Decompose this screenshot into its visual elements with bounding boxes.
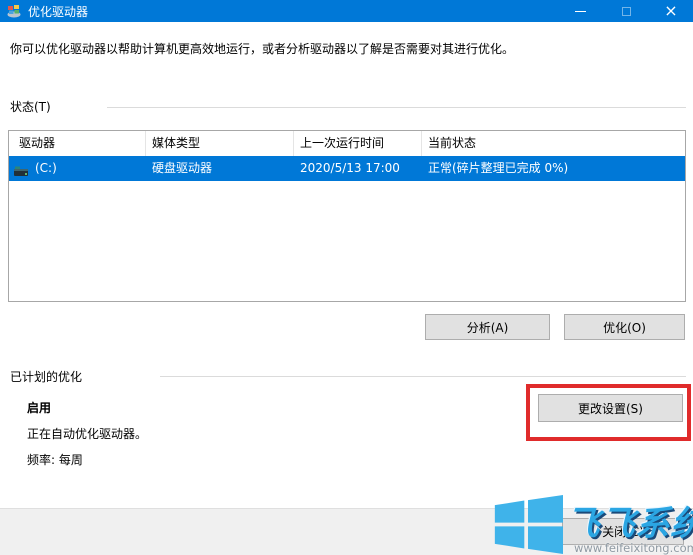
titlebar: 优化驱动器 × <box>0 0 693 22</box>
maximize-icon <box>622 7 631 16</box>
scheduled-frequency: 频率: 每周 <box>27 451 83 468</box>
optimize-button[interactable]: 优化(O) <box>564 314 685 340</box>
column-header-current-status[interactable]: 当前状态 <box>422 131 685 156</box>
description-text: 你可以优化驱动器以帮助计算机更高效地运行，或者分析驱动器以了解是否需要对其进行优… <box>10 40 670 57</box>
change-settings-button[interactable]: 更改设置(S) <box>538 394 683 422</box>
optimize-drives-window: 优化驱动器 × 你可以优化驱动器以帮助计算机更高效地运行，或者分析驱动器以了解是… <box>0 0 693 555</box>
status-group-label: 状态(T) <box>10 98 51 115</box>
close-dialog-button[interactable]: 关闭(C) <box>562 518 684 545</box>
defrag-app-icon <box>7 4 21 18</box>
caption-buttons: × <box>557 0 693 22</box>
window-title: 优化驱动器 <box>28 3 88 20</box>
column-header-drive[interactable]: 驱动器 <box>9 131 146 156</box>
drive-letter: (C:) <box>35 156 57 181</box>
media-type-cell: 硬盘驱动器 <box>146 156 294 181</box>
maximize-button <box>603 0 649 22</box>
scheduled-group-label: 已计划的优化 <box>10 368 82 385</box>
drives-table-header: 驱动器 媒体类型 上一次运行时间 当前状态 <box>9 131 685 156</box>
hard-drive-icon <box>13 162 30 176</box>
close-button[interactable]: × <box>649 0 693 22</box>
drive-cell: (C:) <box>9 156 146 181</box>
drives-table: 驱动器 媒体类型 上一次运行时间 当前状态 (C:) 硬盘驱动器 2020/5/… <box>8 130 686 302</box>
minimize-icon <box>575 11 586 12</box>
last-run-cell: 2020/5/13 17:00 <box>294 156 422 181</box>
scheduled-group-separator <box>160 376 686 377</box>
column-header-media-type[interactable]: 媒体类型 <box>146 131 294 156</box>
column-header-last-run[interactable]: 上一次运行时间 <box>294 131 422 156</box>
analyze-button[interactable]: 分析(A) <box>425 314 550 340</box>
close-icon: × <box>664 3 677 19</box>
current-status-cell: 正常(碎片整理已完成 0%) <box>422 156 685 181</box>
status-group-separator <box>107 107 686 108</box>
drive-row-c[interactable]: (C:) 硬盘驱动器 2020/5/13 17:00 正常(碎片整理已完成 0%… <box>9 156 685 181</box>
scheduled-state: 启用 <box>27 399 51 416</box>
minimize-button[interactable] <box>557 0 603 22</box>
scheduled-detail: 正在自动优化驱动器。 <box>27 425 147 442</box>
